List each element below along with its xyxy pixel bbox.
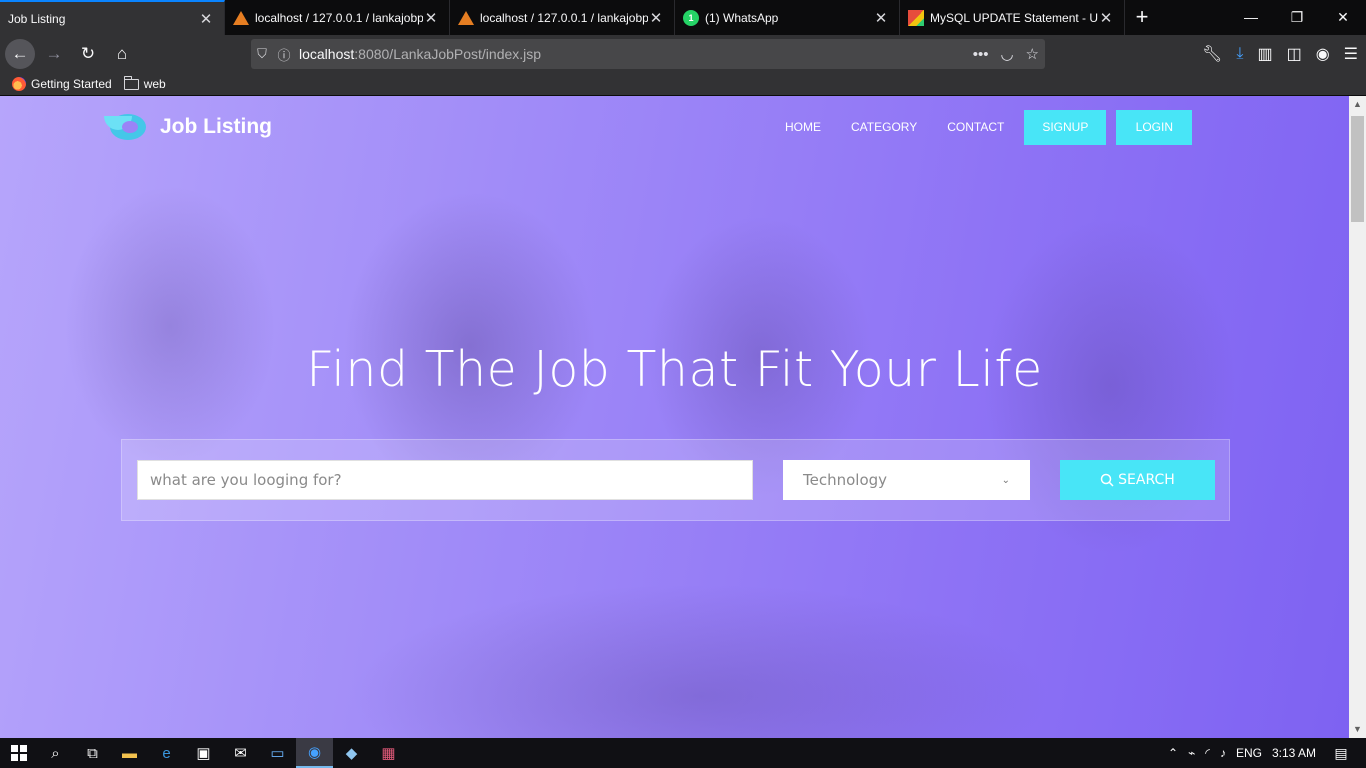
- url-text[interactable]: localhost:8080/LankaJobPost/index.jsp: [299, 46, 541, 62]
- tab-job-listing[interactable]: Job Listing ✕: [0, 0, 225, 35]
- nav-contact[interactable]: CONTACT: [932, 110, 1019, 145]
- url-bar[interactable]: ⛉ ⓘ localhost:8080/LankaJobPost/index.js…: [251, 39, 1045, 69]
- tab-phpmyadmin-1[interactable]: localhost / 127.0.0.1 / lankajobpost ✕: [225, 0, 450, 35]
- restore-icon[interactable]: ❐: [1274, 0, 1320, 35]
- windows-start-icon[interactable]: [0, 738, 37, 768]
- tab-whatsapp[interactable]: 1 (1) WhatsApp ✕: [675, 0, 900, 35]
- signup-button[interactable]: SIGNUP: [1024, 110, 1107, 145]
- job-search-form: Technology ⌄ SEARCH: [121, 439, 1230, 521]
- site-navigation: HOME CATEGORY CONTACT SIGNUP LOGIN: [770, 110, 1193, 145]
- clock[interactable]: 3:13 AM: [1272, 746, 1316, 760]
- more-actions-icon[interactable]: •••: [973, 46, 989, 63]
- download-icon[interactable]: ⤓: [1236, 45, 1243, 63]
- system-tray: ⌃ ⌁ ◜ ♪ ENG 3:13 AM ▤: [1168, 738, 1366, 768]
- close-icon[interactable]: ✕: [873, 9, 889, 27]
- whatsapp-icon: 1: [683, 9, 699, 26]
- toolbar-tools: 🔧︎ ⤓ ▥ ◫ ◉ ☰: [1202, 35, 1358, 73]
- bookmark-label: web: [143, 77, 166, 91]
- tab-title: MySQL UPDATE Statement - Updating: [930, 10, 1098, 25]
- url-host: localhost: [299, 46, 355, 62]
- close-icon[interactable]: ✕: [198, 10, 214, 28]
- nav-category[interactable]: CATEGORY: [836, 110, 932, 145]
- window-controls: — ❐ ✕: [1228, 0, 1366, 35]
- firefox-icon: [12, 77, 26, 91]
- hero-title: Find The Job That Fit Your Life: [306, 341, 1043, 398]
- firefox-taskbar-icon[interactable]: ◉: [296, 738, 333, 768]
- search-button[interactable]: SEARCH: [1060, 460, 1215, 500]
- task-view-icon[interactable]: ⧉: [74, 738, 111, 768]
- category-select[interactable]: Technology ⌄: [783, 460, 1030, 500]
- w3-icon: [908, 9, 924, 26]
- logo-text: Job Listing: [160, 115, 272, 138]
- logo-icon: [104, 112, 146, 142]
- bookmark-star-icon[interactable]: ☆: [1026, 45, 1039, 63]
- search-input[interactable]: [137, 460, 753, 500]
- remote-desktop-icon[interactable]: ▭: [259, 738, 296, 768]
- forward-arrow-icon[interactable]: →: [39, 39, 69, 69]
- scrollbar-thumb[interactable]: [1351, 116, 1364, 222]
- store-icon[interactable]: ▣: [185, 738, 222, 768]
- login-button[interactable]: LOGIN: [1116, 110, 1193, 145]
- language-indicator[interactable]: ENG: [1236, 746, 1262, 760]
- network-icon[interactable]: ⌁: [1188, 746, 1195, 760]
- tab-title: (1) WhatsApp: [705, 10, 779, 25]
- scroll-down-icon[interactable]: ▼: [1349, 721, 1366, 738]
- edge-icon[interactable]: e: [148, 738, 185, 768]
- folder-icon: [123, 75, 139, 90]
- site-logo[interactable]: Job Listing: [104, 112, 272, 142]
- search-icon: [1100, 473, 1114, 487]
- minimize-icon[interactable]: —: [1228, 0, 1274, 35]
- close-window-icon[interactable]: ✕: [1320, 0, 1366, 35]
- mail-icon[interactable]: ✉: [222, 738, 259, 768]
- virtualbox-icon[interactable]: ◆: [333, 738, 370, 768]
- navigation-toolbar: ← → ↻ ⌂ ⛉ ⓘ localhost:8080/LankaJobPost/…: [0, 35, 1366, 73]
- close-icon[interactable]: ✕: [648, 9, 664, 27]
- page-scrollbar[interactable]: ▲ ▼: [1349, 96, 1366, 738]
- url-actions: ••• ◡ ☆: [973, 39, 1039, 69]
- winrar-icon[interactable]: ▦: [370, 738, 407, 768]
- account-icon[interactable]: ◉: [1316, 44, 1330, 64]
- file-explorer-icon[interactable]: ▬: [111, 738, 148, 768]
- url-path: :8080/LankaJobPost/index.jsp: [354, 46, 542, 62]
- phpmyadmin-icon: [458, 10, 474, 25]
- new-tab-button[interactable]: +: [1125, 0, 1159, 35]
- bookmarks-toolbar: Getting Started web: [0, 73, 1366, 96]
- bookmark-getting-started[interactable]: Getting Started: [12, 77, 112, 91]
- phpmyadmin-icon: [233, 10, 249, 25]
- windows-taskbar: ⌕ ⧉ ▬ e ▣ ✉ ▭ ◉ ◆ ▦ ⌃ ⌁ ◜ ♪ ENG 3:13 AM …: [0, 738, 1366, 768]
- chevron-down-icon: ⌄: [1001, 474, 1010, 486]
- nav-home[interactable]: HOME: [770, 110, 836, 145]
- tab-title: localhost / 127.0.0.1 / lankajobpost: [255, 10, 423, 25]
- category-selected-value: Technology: [803, 471, 888, 489]
- bookmark-folder-web[interactable]: web: [123, 75, 166, 91]
- tab-phpmyadmin-2[interactable]: localhost / 127.0.0.1 / lankajobpost ✕: [450, 0, 675, 35]
- close-icon[interactable]: ✕: [1098, 9, 1114, 27]
- bookmark-label: Getting Started: [31, 77, 112, 91]
- shield-icon[interactable]: ⛉: [251, 46, 273, 62]
- pocket-icon[interactable]: ◡: [1000, 45, 1013, 63]
- tab-title: localhost / 127.0.0.1 / lankajobpost: [480, 10, 648, 25]
- wifi-icon[interactable]: ◜: [1205, 746, 1210, 760]
- sidebar-icon[interactable]: ◫: [1287, 44, 1302, 64]
- volume-icon[interactable]: ♪: [1220, 746, 1226, 760]
- home-icon[interactable]: ⌂: [107, 39, 137, 69]
- tab-mysql-update[interactable]: MySQL UPDATE Statement - Updating ✕: [900, 0, 1125, 35]
- search-button-label: SEARCH: [1118, 472, 1175, 488]
- info-icon[interactable]: ⓘ: [273, 45, 295, 64]
- chevron-up-icon[interactable]: ⌃: [1168, 746, 1178, 760]
- back-arrow-icon[interactable]: ←: [5, 39, 35, 69]
- reload-icon[interactable]: ↻: [73, 39, 103, 69]
- tab-strip: Job Listing ✕ localhost / 127.0.0.1 / la…: [0, 0, 1366, 35]
- library-icon[interactable]: ▥: [1257, 44, 1272, 64]
- page-viewport: Job Listing HOME CATEGORY CONTACT SIGNUP…: [0, 96, 1349, 738]
- notifications-icon[interactable]: ▤: [1326, 745, 1356, 762]
- menu-icon[interactable]: ☰: [1344, 44, 1358, 64]
- scroll-up-icon[interactable]: ▲: [1349, 96, 1366, 113]
- close-icon[interactable]: ✕: [423, 9, 439, 27]
- tab-title: Job Listing: [8, 11, 66, 26]
- wrench-icon[interactable]: 🔧︎: [1202, 44, 1222, 64]
- search-taskbar-icon[interactable]: ⌕: [37, 738, 74, 768]
